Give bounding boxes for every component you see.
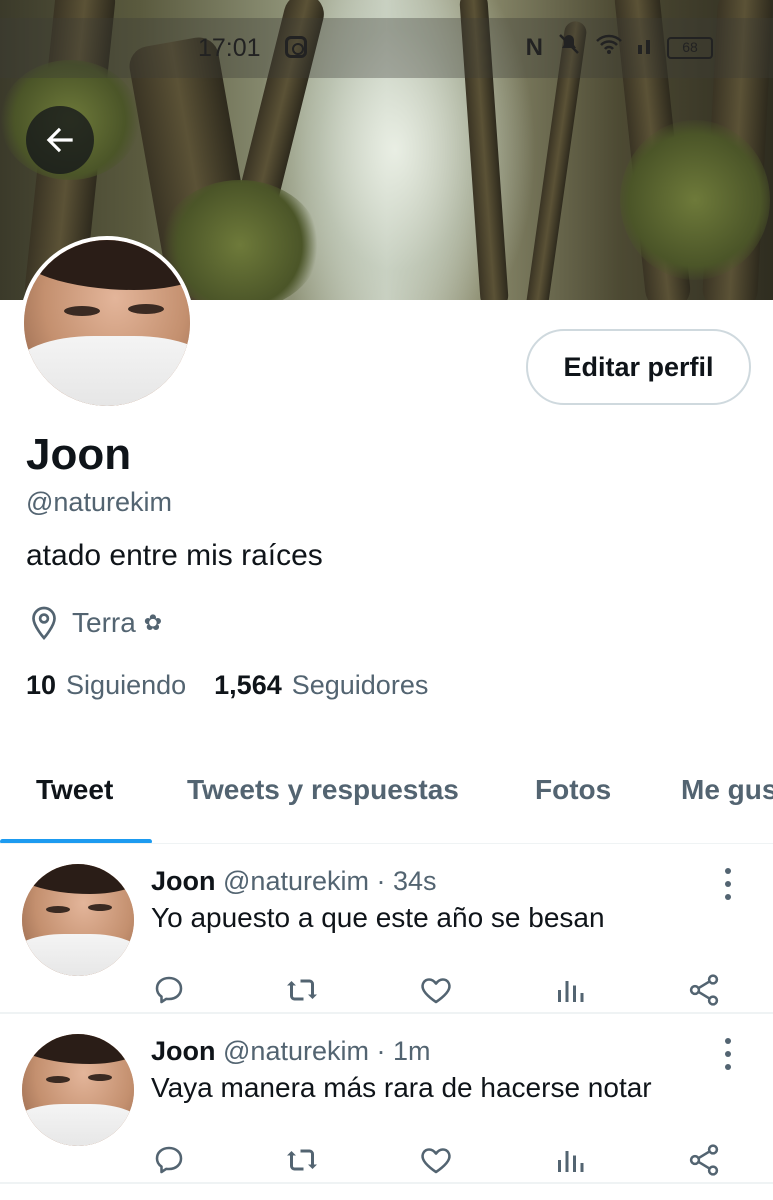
tab-tweet[interactable]: Tweet bbox=[36, 774, 113, 806]
tweet-text: Yo apuesto a que este año se besan bbox=[151, 902, 605, 933]
wifi-icon bbox=[595, 33, 623, 62]
tweet-avatar[interactable] bbox=[22, 1034, 134, 1146]
retweet-icon[interactable] bbox=[284, 972, 320, 1008]
back-button[interactable] bbox=[26, 106, 94, 174]
signal-icon bbox=[637, 34, 653, 62]
tweet-author-name[interactable]: Joon bbox=[151, 1036, 216, 1066]
tweet-time[interactable]: 34s bbox=[393, 866, 437, 896]
profile-tabs: Tweet Tweets y respuestas Fotos Me gus bbox=[0, 740, 773, 844]
tweet-separator: · bbox=[376, 866, 386, 896]
profile-name: Joon bbox=[26, 430, 132, 479]
edit-profile-button[interactable]: Editar perfil bbox=[526, 329, 751, 405]
reply-icon[interactable] bbox=[151, 1142, 187, 1178]
tab-likes[interactable]: Me gus bbox=[681, 774, 773, 806]
instagram-icon bbox=[285, 36, 307, 58]
tweet-time[interactable]: 1m bbox=[393, 1036, 431, 1066]
profile-location: Terra ✿ bbox=[26, 605, 162, 641]
profile-stats: 10 Siguiendo 1,564 Seguidores bbox=[26, 670, 456, 701]
heart-icon[interactable] bbox=[418, 1142, 454, 1178]
tweet-header: Joon @naturekim · 1m bbox=[151, 1036, 431, 1067]
flower-emoji-icon: ✿ bbox=[143, 610, 163, 635]
reply-icon[interactable] bbox=[151, 972, 187, 1008]
nfc-icon: N bbox=[525, 33, 543, 61]
tweet-author-handle[interactable]: @naturekim bbox=[223, 866, 369, 896]
tweet-actions bbox=[0, 972, 773, 1012]
share-icon[interactable] bbox=[686, 1142, 722, 1178]
following-label[interactable]: Siguiendo bbox=[66, 670, 186, 701]
location-text: Terra bbox=[72, 607, 136, 638]
analytics-icon[interactable] bbox=[552, 972, 588, 1008]
tweet-author-handle[interactable]: @naturekim bbox=[223, 1036, 369, 1066]
tweet-text: Vaya manera más rara de hacerse notar bbox=[151, 1072, 652, 1103]
followers-count[interactable]: 1,564 bbox=[214, 670, 282, 701]
arrow-left-icon bbox=[46, 127, 73, 153]
followers-label[interactable]: Seguidores bbox=[292, 670, 429, 701]
heart-icon[interactable] bbox=[418, 972, 454, 1008]
following-count[interactable]: 10 bbox=[26, 670, 56, 701]
status-bar: 17:01 N 68 bbox=[0, 18, 773, 78]
tab-tweets-replies[interactable]: Tweets y respuestas bbox=[187, 774, 459, 806]
battery-icon: 68 bbox=[667, 36, 713, 59]
more-vertical-icon[interactable] bbox=[718, 864, 738, 904]
analytics-icon[interactable] bbox=[552, 1142, 588, 1178]
tweet-avatar[interactable] bbox=[22, 864, 134, 976]
share-icon[interactable] bbox=[686, 972, 722, 1008]
map-pin-icon bbox=[32, 606, 56, 641]
status-time: 17:01 bbox=[198, 34, 261, 62]
profile-avatar[interactable] bbox=[20, 236, 194, 410]
tweet-author-name[interactable]: Joon bbox=[151, 866, 216, 896]
retweet-icon[interactable] bbox=[284, 1142, 320, 1178]
profile-bio: atado entre mis raíces bbox=[26, 539, 323, 572]
tweet-item[interactable]: Joon @naturekim · 1m Vaya manera más rar… bbox=[0, 1014, 773, 1184]
tweet-header: Joon @naturekim · 34s bbox=[151, 866, 437, 897]
tab-photos[interactable]: Fotos bbox=[535, 774, 611, 806]
bell-muted-icon bbox=[557, 32, 581, 63]
more-vertical-icon[interactable] bbox=[718, 1034, 738, 1074]
profile-handle: @naturekim bbox=[26, 487, 172, 517]
tweet-actions bbox=[0, 1142, 773, 1182]
tweet-separator: · bbox=[376, 1036, 386, 1066]
tweet-item[interactable]: Joon @naturekim · 34s Yo apuesto a que e… bbox=[0, 844, 773, 1014]
